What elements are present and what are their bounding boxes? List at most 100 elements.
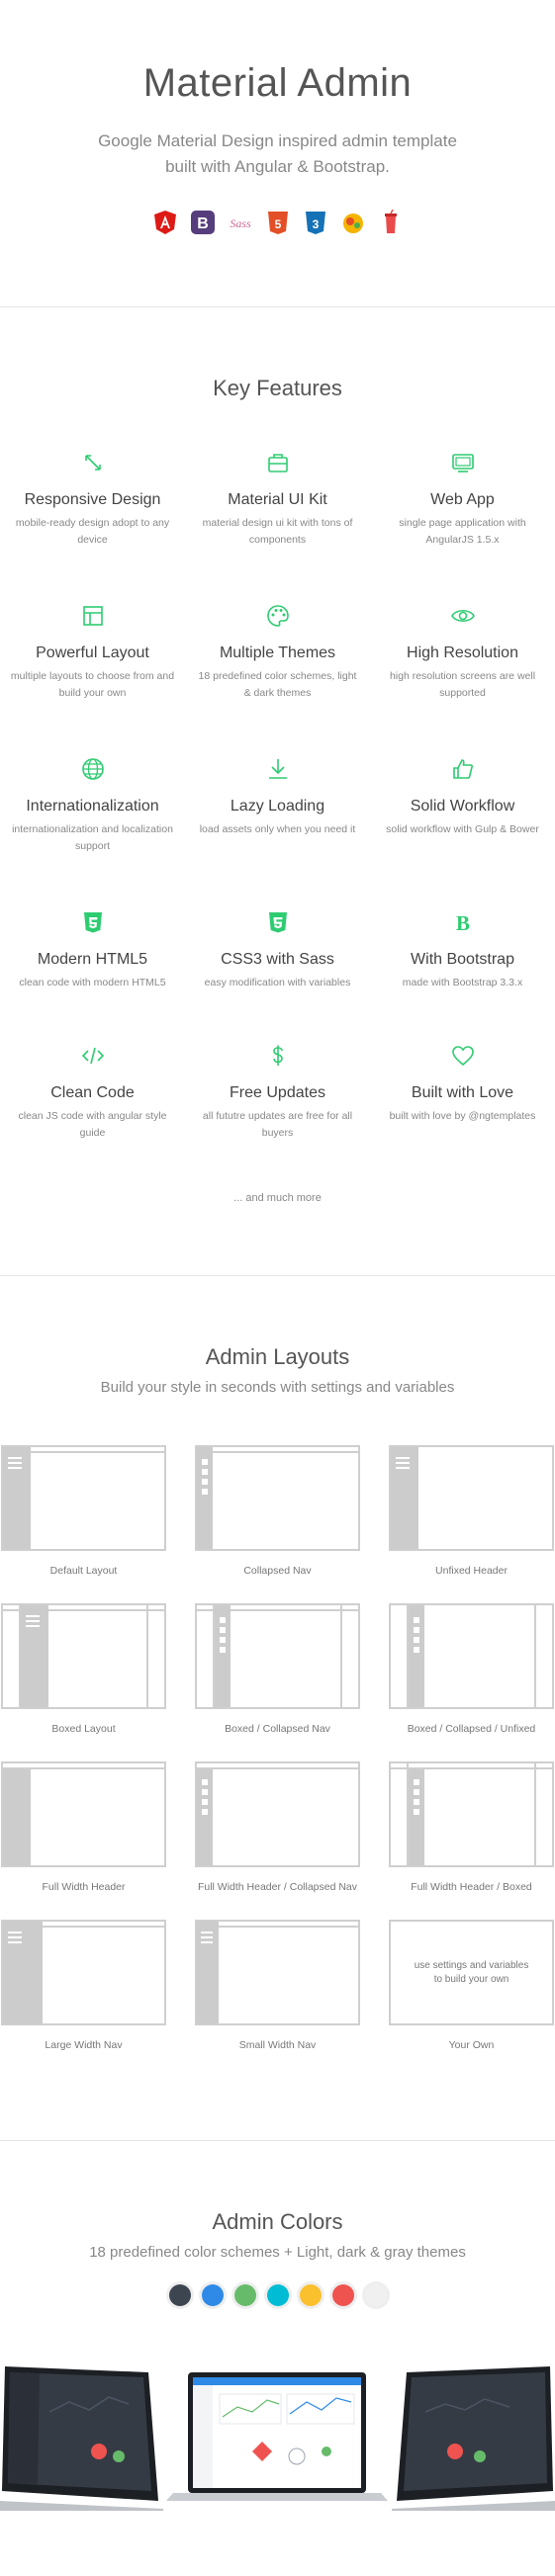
briefcase-icon [265,450,291,475]
layout-item: use settings and variables to build your… [389,1920,554,2051]
feature-title: Material UI Kit [228,491,327,508]
code-icon [80,1043,106,1069]
feature-title: Modern HTML5 [37,951,148,968]
layout-caption: Large Width Nav [45,2039,123,2051]
layout-item: Boxed Layout [1,1603,166,1735]
layout-item: Small Width Nav [195,1920,360,2051]
laptop-light-center [166,2372,388,2501]
feature-title: High Resolution [407,644,518,661]
layout-caption: Full Width Header / Boxed [411,1881,532,1893]
feature-desc: easy modification with variables [204,977,351,988]
hero-subtitle-line1: Google Material Design inspired admin te… [98,131,457,150]
feature-item: Built with Love built with love by @ngtem… [370,1043,555,1125]
layout-thumbnail [195,1603,360,1709]
feature-title: With Bootstrap [411,951,514,968]
feature-item: B With Bootstrap made with Bootstrap 3.3.x [370,909,555,991]
feature-title: CSS3 with Sass [221,951,334,968]
svg-text:Sass: Sass [230,216,251,230]
nav-dots-icon [200,1779,210,1819]
layout-thumbnail [1,1603,166,1709]
layout-caption: Your Own [448,2039,495,2051]
more-text: ... and much more [233,1192,322,1204]
globe-icon [80,756,106,782]
divider [0,306,555,307]
html5-icon: 5 [265,210,291,235]
feature-item: Solid Workflow solid workflow with Gulp &… [370,756,555,838]
download-icon [265,756,291,782]
feature-item: Modern HTML5 clean code with modern HTML5 [0,909,185,991]
color-swatch[interactable] [331,2284,354,2306]
bower-icon [378,210,404,235]
nav-dots-icon [218,1617,228,1657]
layout-caption: Collapsed Nav [243,1565,312,1577]
hamburger-icon [26,1615,40,1630]
css3-icon [265,909,291,935]
feature-item: Lazy Loading load assets only when you ne… [185,756,370,838]
nav-dots-icon [200,1459,210,1499]
bootstrap-icon: B [190,210,216,235]
color-swatch[interactable] [266,2284,289,2306]
feature-title: Clean Code [50,1084,135,1101]
heart-icon [450,1043,476,1069]
feature-item: Web App single page application with Angu… [370,450,555,549]
color-swatch[interactable] [299,2284,322,2306]
feature-desc: clean code with modern HTML5 [19,977,166,988]
feature-item: Multiple Themes 18 predefined color schem… [185,603,370,702]
layout-item: Boxed / Collapsed Nav [195,1603,360,1735]
color-swatches [0,2284,555,2306]
feature-item: Internationalization internationalization… [0,756,185,855]
layout-thumbnail [389,1445,554,1551]
feature-desc: 18 predefined color schemes, light & dar… [198,670,357,699]
feature-title: Built with Love [411,1084,514,1101]
feature-item: Free Updates all fututre updates are free… [185,1043,370,1142]
layout-item: Full Width Header / Boxed [389,1761,554,1893]
feature-title: Lazy Loading [230,798,325,815]
feature-item: CSS3 with Sass easy modification with var… [185,909,370,991]
feature-item: High Resolution high resolution screens a… [370,603,555,702]
divider [0,1275,555,1276]
palette-icon [265,603,291,629]
layout-thumbnail [389,1761,554,1867]
sass-icon: Sass [228,210,253,235]
features-title: Key Features [213,376,342,400]
feature-desc: multiple layouts to choose from and buil… [10,670,175,699]
svg-text:3: 3 [312,217,319,231]
color-swatch[interactable] [201,2284,224,2306]
layout-item: Full Width Header / Collapsed Nav [195,1761,360,1893]
layout-thumbnail [1,1445,166,1551]
devices-mockup [0,2366,555,2511]
feature-desc: material design ui kit with tons of comp… [202,517,353,546]
layout-item: Default Layout [1,1445,166,1577]
layout-thumbnail [195,1920,360,2025]
layout-item: Large Width Nav [1,1920,166,2051]
layout-item: Boxed / Collapsed / Unfixed [389,1603,554,1735]
laptop-dark-left [0,2366,163,2511]
hamburger-icon [201,1932,213,1946]
eye-icon [450,603,476,629]
gulp-icon [340,210,366,235]
layout-thumbnail [195,1761,360,1867]
hamburger-icon [396,1457,410,1472]
color-swatch[interactable] [168,2284,191,2306]
feature-title: Web App [430,491,495,508]
color-swatch[interactable] [364,2284,387,2306]
hero-subtitle: Google Material Design inspired admin te… [59,129,496,180]
colors-title: Admin Colors [212,2209,343,2234]
feature-desc: high resolution screens are well support… [389,670,536,699]
laptop-dark-right [392,2366,555,2511]
tech-icons: B Sass 5 3 [0,210,555,235]
thumbs-up-icon [450,756,476,782]
feature-title: Solid Workflow [410,798,515,815]
layout-caption: Default Layout [49,1565,118,1577]
feature-title: Powerful Layout [36,644,149,661]
color-swatch[interactable] [233,2284,256,2306]
feature-item: Powerful Layout multiple layouts to choos… [0,603,185,702]
feature-title: Responsive Design [24,491,161,508]
feature-desc: load assets only when you need it [199,823,356,835]
your-own-text: use settings and variables to build your… [414,1959,529,1985]
hamburger-icon [8,1932,22,1946]
feature-title: Internationalization [26,798,159,815]
feature-item: Responsive Design mobile-ready design ado… [0,450,185,549]
resize-arrows-icon [80,450,106,475]
feature-title: Free Updates [230,1084,325,1101]
